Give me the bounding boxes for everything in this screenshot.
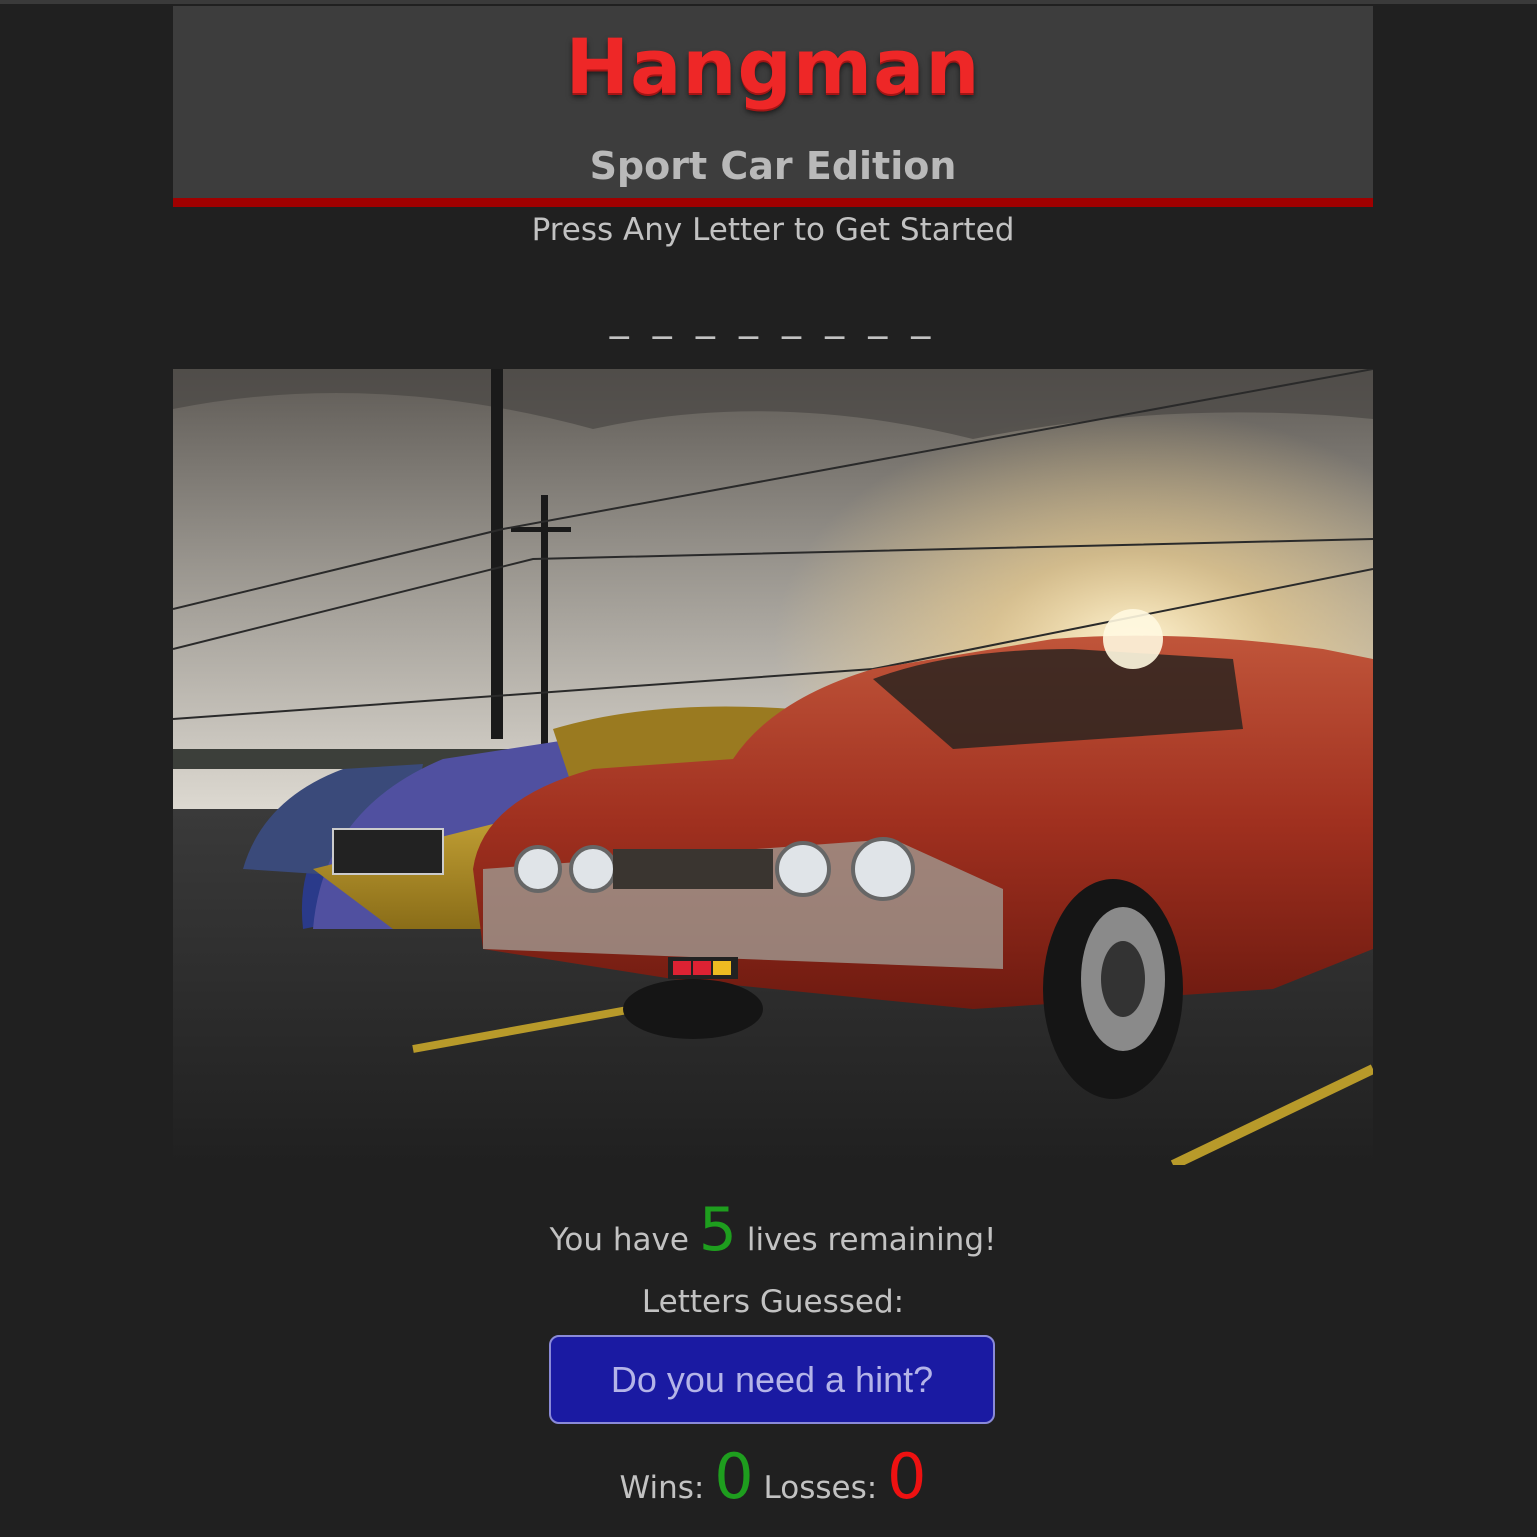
letters-guessed-label: Letters Guessed: <box>641 1284 905 1320</box>
lives-count: 5 <box>698 1195 737 1265</box>
start-prompt: Press Any Letter to Get Started <box>531 212 1015 248</box>
header-banner: Hangman Sport Car Edition <box>173 6 1373 207</box>
wins-label: Wins: <box>619 1470 705 1506</box>
sport-car-image <box>173 369 1373 1165</box>
top-border <box>0 0 1537 4</box>
wins-count: 0 <box>714 1440 754 1513</box>
page-subtitle: Sport Car Edition <box>589 144 957 188</box>
losses-label: Losses: <box>763 1470 878 1506</box>
lives-remaining: You have 5 lives remaining! <box>173 1190 1373 1280</box>
hint-button[interactable]: Do you need a hint? <box>549 1335 995 1424</box>
word-blanks: _ _ _ _ _ _ _ _ <box>609 295 937 339</box>
letters-guessed: Letters Guessed: <box>173 1280 1373 1324</box>
lives-suffix: lives remaining! <box>746 1222 997 1258</box>
lives-prefix: You have <box>549 1222 689 1258</box>
scoreboard: Wins: 0 Losses: 0 <box>173 1432 1373 1533</box>
page-title: Hangman <box>565 22 981 111</box>
losses-count: 0 <box>887 1440 927 1513</box>
